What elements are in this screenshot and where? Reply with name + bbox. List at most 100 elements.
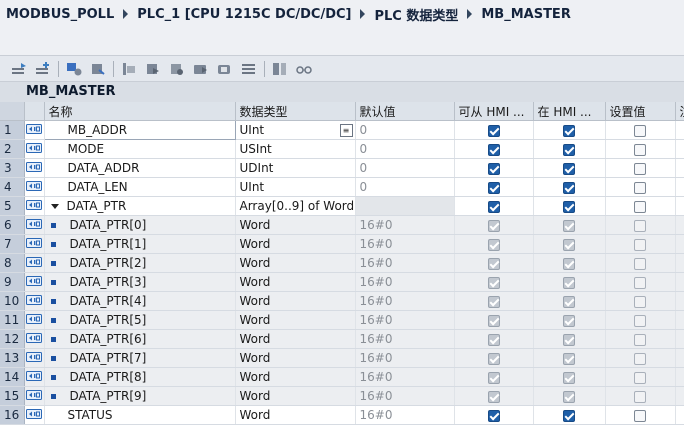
table-row[interactable]: 11 DATA_PTR[5] Word 16#0 [0, 310, 684, 330]
table-row[interactable]: 15 DATA_PTR[9] Word 16#0 [0, 386, 684, 406]
insert-row-icon[interactable] [10, 61, 28, 77]
table-row[interactable]: 13 DATA_PTR[7] Word 16#0 [0, 348, 684, 368]
hmi-access-checkbox[interactable] [487, 200, 500, 213]
member-name-cell[interactable]: MB_ADDR [43, 120, 236, 140]
comment-cell[interactable] [675, 215, 684, 235]
member-default-cell[interactable]: 16#0 [355, 215, 455, 235]
member-name-cell[interactable]: DATA_ADDR [44, 158, 236, 178]
comment-cell[interactable] [675, 310, 684, 330]
go-offline-icon[interactable] [168, 61, 186, 77]
header-datatype[interactable]: 数据类型 [235, 102, 356, 121]
table-row[interactable]: 2 MODE USInt 0 [0, 139, 684, 159]
comment-cell[interactable] [675, 196, 684, 216]
member-datatype-cell[interactable]: Word [235, 367, 356, 387]
row-number[interactable]: 15 [0, 386, 25, 406]
member-datatype-cell[interactable]: Word [235, 272, 356, 292]
row-number[interactable]: 10 [0, 291, 25, 311]
go-online-icon[interactable] [144, 61, 162, 77]
member-default-cell[interactable]: 16#0 [355, 253, 455, 273]
table-row[interactable]: 14 DATA_PTR[8] Word 16#0 [0, 367, 684, 387]
member-default-cell[interactable]: 16#0 [355, 310, 455, 330]
member-datatype-cell[interactable]: Word [235, 234, 356, 254]
hmi-access-checkbox[interactable] [487, 124, 500, 137]
member-name-cell[interactable]: DATA_PTR[3] [44, 272, 236, 292]
row-number[interactable]: 5 [0, 196, 25, 216]
member-name-cell[interactable]: STATUS [44, 405, 236, 425]
header-comment[interactable]: 注 [675, 102, 684, 121]
breadcrumb-item-current[interactable]: MB_MASTER [481, 7, 570, 22]
member-default-cell[interactable]: 0 [355, 139, 455, 159]
setpoint-checkbox[interactable] [634, 181, 646, 194]
member-default-cell[interactable]: 0 [355, 158, 455, 178]
hmi-visible-checkbox[interactable] [563, 124, 575, 137]
row-number[interactable]: 16 [0, 405, 25, 425]
comment-cell[interactable] [675, 272, 684, 292]
hmi-visible-checkbox[interactable] [563, 200, 575, 213]
table-row[interactable]: 10 DATA_PTR[4] Word 16#0 [0, 291, 684, 311]
add-row-icon[interactable] [34, 61, 52, 77]
member-name-cell[interactable]: DATA_PTR[7] [44, 348, 236, 368]
table-row[interactable]: 4 DATA_LEN UInt 0 [0, 177, 684, 197]
member-default-cell[interactable] [355, 196, 455, 216]
row-number[interactable]: 3 [0, 158, 25, 178]
breadcrumb-item-datatypes[interactable]: PLC 数据类型 [374, 5, 458, 24]
row-number[interactable]: 7 [0, 234, 25, 254]
member-default-cell[interactable]: 16#0 [355, 405, 455, 425]
member-default-cell[interactable]: 16#0 [355, 291, 455, 311]
member-datatype-cell[interactable]: UInt [235, 177, 356, 197]
header-name[interactable]: 名称 [44, 102, 236, 121]
hmi-visible-checkbox[interactable] [563, 162, 575, 175]
row-number[interactable]: 12 [0, 329, 25, 349]
member-default-cell[interactable]: 16#0 [355, 367, 455, 387]
comment-cell[interactable] [675, 348, 684, 368]
row-number[interactable]: 2 [0, 139, 25, 159]
datatype-list-button[interactable]: ≡ [339, 124, 353, 137]
member-datatype-cell[interactable]: Array[0..9] of Word [235, 196, 356, 216]
comment-cell[interactable] [675, 329, 684, 349]
comment-cell[interactable] [675, 177, 684, 197]
member-datatype-cell[interactable]: Word [235, 348, 356, 368]
row-number[interactable]: 14 [0, 367, 25, 387]
download-icon[interactable] [192, 61, 210, 77]
table-row[interactable]: 7 DATA_PTR[1] Word 16#0 [0, 234, 684, 254]
comment-cell[interactable] [675, 158, 684, 178]
member-datatype-cell[interactable]: UInt ≡ [235, 120, 356, 140]
setpoint-checkbox[interactable] [634, 409, 646, 422]
comment-cell[interactable] [675, 367, 684, 387]
update-icon[interactable] [89, 61, 107, 77]
hmi-access-checkbox[interactable] [487, 162, 500, 175]
member-name-cell[interactable]: DATA_PTR[4] [44, 291, 236, 311]
row-number[interactable]: 11 [0, 310, 25, 330]
member-datatype-cell[interactable]: Word [235, 405, 356, 425]
comment-cell[interactable] [675, 405, 684, 425]
member-default-cell[interactable]: 0 [355, 177, 455, 197]
expand-all-icon[interactable] [271, 61, 289, 77]
member-name-cell[interactable]: DATA_PTR[6] [44, 329, 236, 349]
comment-cell[interactable] [675, 120, 684, 140]
member-name-cell[interactable]: DATA_PTR[8] [44, 367, 236, 387]
table-row[interactable]: 12 DATA_PTR[6] Word 16#0 [0, 329, 684, 349]
table-row[interactable]: 5 DATA_PTR Array[0..9] of Word [0, 196, 684, 216]
comment-cell[interactable] [675, 386, 684, 406]
member-name-cell[interactable]: DATA_PTR[5] [44, 310, 236, 330]
member-datatype-cell[interactable]: Word [235, 215, 356, 235]
header-default[interactable]: 默认值 [355, 102, 455, 121]
member-datatype-cell[interactable]: Word [235, 291, 356, 311]
table-row[interactable]: 16 STATUS Word 16#0 [0, 405, 684, 425]
hmi-access-checkbox[interactable] [487, 181, 500, 194]
monitor-icon[interactable] [120, 61, 138, 77]
member-name-cell[interactable]: DATA_PTR[1] [44, 234, 236, 254]
row-number[interactable]: 8 [0, 253, 25, 273]
glasses-icon[interactable] [295, 61, 313, 77]
comment-cell[interactable] [675, 291, 684, 311]
member-default-cell[interactable]: 16#0 [355, 386, 455, 406]
table-row[interactable]: 3 DATA_ADDR UDInt 0 [0, 158, 684, 178]
member-default-cell[interactable]: 16#0 [355, 234, 455, 254]
member-default-cell[interactable]: 16#0 [355, 272, 455, 292]
member-datatype-cell[interactable]: UDInt [235, 158, 356, 178]
member-default-cell[interactable]: 0 [355, 120, 455, 140]
list-icon[interactable] [240, 61, 258, 77]
row-number[interactable]: 4 [0, 177, 25, 197]
plc-tag-icon[interactable] [65, 61, 83, 77]
row-number[interactable]: 1 [0, 120, 25, 140]
